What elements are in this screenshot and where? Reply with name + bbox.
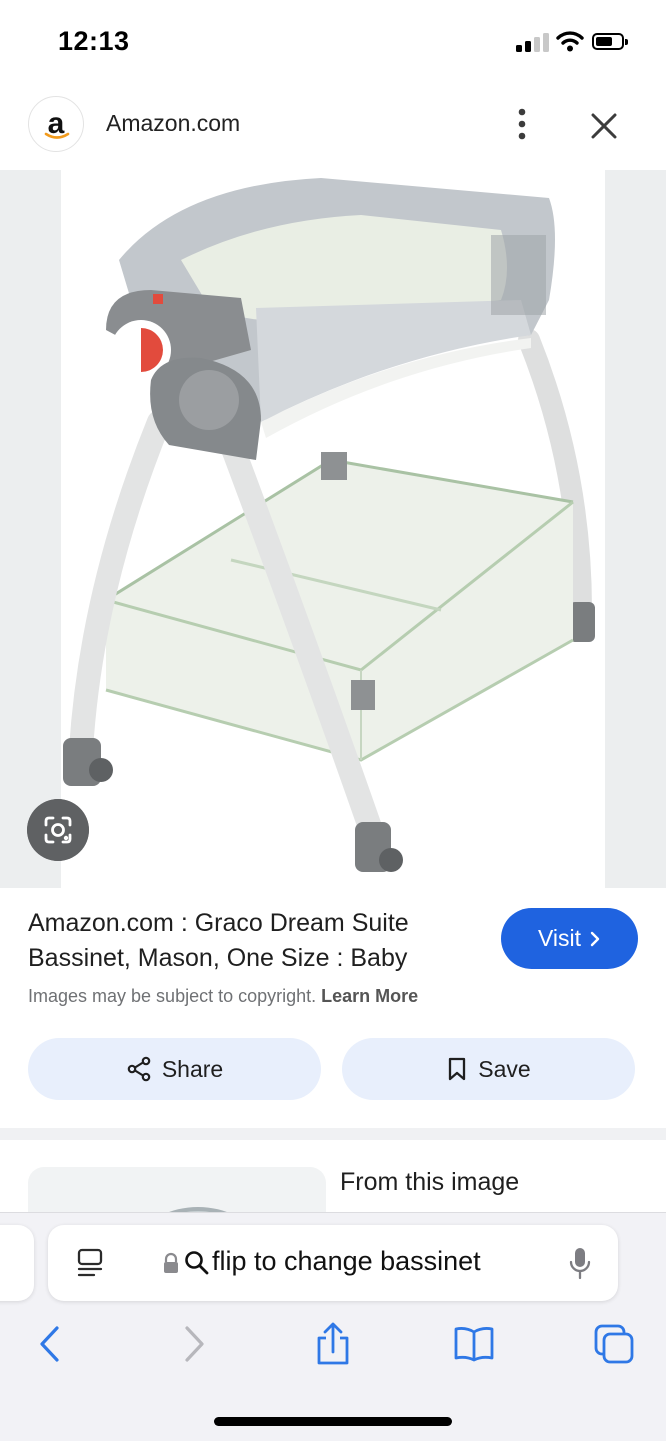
save-label: Save (478, 1055, 531, 1082)
save-button[interactable]: Save (342, 1038, 635, 1100)
lock-icon (164, 1252, 178, 1273)
forward-icon[interactable] (180, 1322, 208, 1366)
site-title[interactable]: Amazon.com (106, 110, 240, 137)
search-icon (185, 1251, 209, 1275)
share-label: Share (161, 1055, 224, 1082)
amazon-smile-icon (44, 132, 70, 139)
previous-tab-card[interactable] (0, 1225, 34, 1301)
tabs-icon[interactable] (592, 1322, 636, 1366)
related-heading: From this image (340, 1168, 520, 1196)
reader-icon[interactable] (76, 1247, 104, 1279)
share-sheet-icon[interactable] (314, 1322, 352, 1366)
section-divider (0, 1128, 666, 1140)
share-icon (127, 1056, 151, 1082)
learn-more-link[interactable]: Learn More (321, 986, 418, 1006)
result-title[interactable]: Amazon.com : Graco Dream Suite Bassinet,… (28, 906, 488, 976)
chevron-right-icon (590, 931, 600, 946)
product-image[interactable] (61, 170, 605, 888)
more-vert-icon[interactable] (508, 106, 536, 142)
status-time: 12:13 (58, 26, 130, 56)
battery-icon (592, 33, 628, 50)
lens-icon[interactable] (27, 799, 89, 861)
mic-icon[interactable] (568, 1246, 592, 1282)
bookmark-icon (449, 1057, 466, 1081)
cellular-signal-icon (516, 32, 549, 52)
bookmarks-icon[interactable] (452, 1322, 496, 1366)
share-button[interactable]: Share (28, 1038, 321, 1100)
copyright-text: Images may be subject to copyright. (28, 986, 317, 1006)
visit-button[interactable]: Visit (501, 908, 638, 969)
visit-label: Visit (537, 925, 582, 951)
close-icon[interactable] (586, 108, 622, 144)
copyright-notice: Images may be subject to copyright. Lear… (28, 986, 418, 1007)
home-indicator (214, 1417, 452, 1426)
site-logo[interactable]: a (28, 96, 84, 152)
wifi-icon (556, 31, 584, 52)
url-text[interactable]: flip to change bassinet (212, 1246, 481, 1277)
back-icon[interactable] (36, 1322, 64, 1366)
